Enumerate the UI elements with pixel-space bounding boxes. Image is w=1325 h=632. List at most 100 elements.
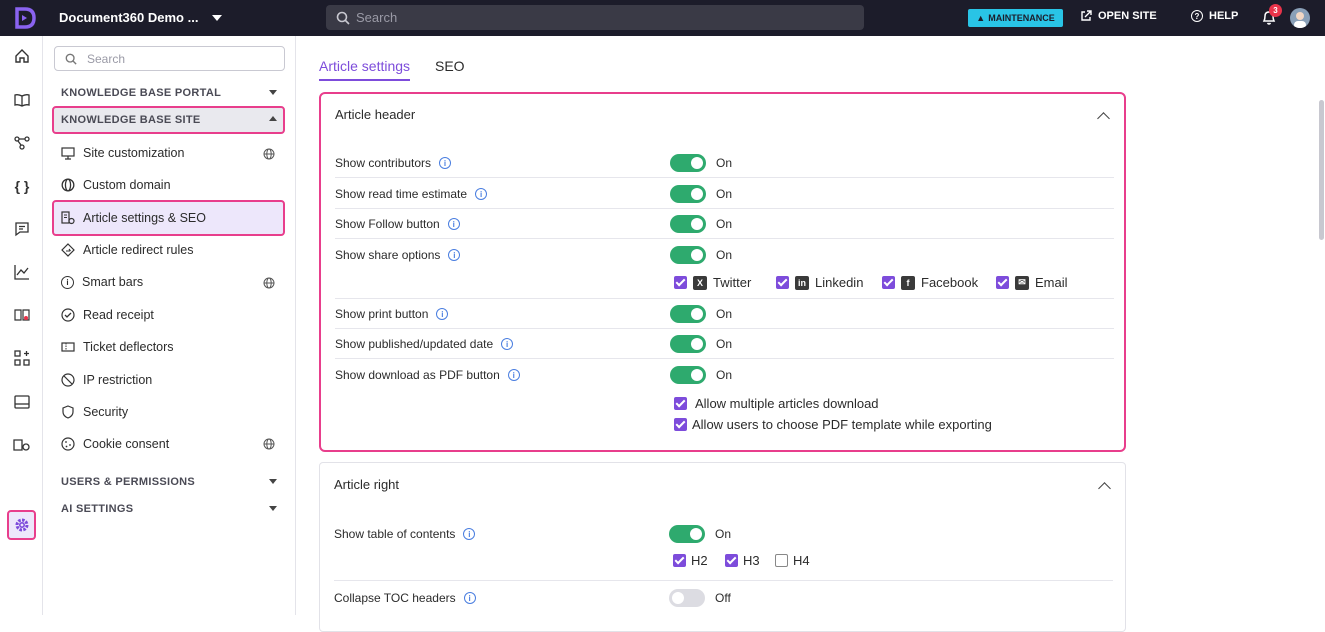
section-ai-settings[interactable]: AI SETTINGS bbox=[61, 503, 133, 515]
sidebar-item-article-redirect-rules[interactable]: Article redirect rules bbox=[61, 243, 193, 257]
toc-option-h3[interactable]: H3 bbox=[725, 553, 760, 568]
checkbox-checked[interactable] bbox=[996, 276, 1009, 289]
share-option-facebook[interactable]: f Facebook bbox=[882, 275, 978, 290]
setting-label: Collapse TOC headers bbox=[334, 591, 456, 605]
toggle-show-read-time[interactable] bbox=[670, 185, 706, 203]
toggle-show-share-options[interactable] bbox=[670, 246, 706, 264]
page-scrollbar[interactable] bbox=[1319, 100, 1324, 240]
toggle-state: On bbox=[716, 337, 733, 351]
toggle-show-toc[interactable] bbox=[669, 525, 705, 543]
checkbox-checked[interactable] bbox=[674, 276, 687, 289]
project-name: Document360 Demo ... bbox=[59, 10, 199, 25]
checkbox-checked[interactable] bbox=[725, 554, 738, 567]
toggle-collapse-toc[interactable] bbox=[669, 589, 705, 607]
monitor-icon bbox=[61, 147, 75, 160]
search-icon bbox=[336, 11, 350, 25]
project-selector[interactable]: Document360 Demo ... bbox=[59, 10, 223, 25]
sidebar-item-site-customization[interactable]: Site customization bbox=[61, 146, 184, 160]
info-icon[interactable]: i bbox=[475, 188, 488, 200]
checkbox-checked[interactable] bbox=[674, 397, 687, 410]
knowledge-base-icon[interactable] bbox=[12, 305, 32, 325]
sidebar-item-ip-restriction[interactable]: IP restriction bbox=[61, 373, 152, 387]
section-knowledge-base-portal[interactable]: KNOWLEDGE BASE PORTAL bbox=[61, 87, 221, 99]
settings-book-icon[interactable] bbox=[12, 435, 32, 455]
globe-icon bbox=[263, 148, 275, 160]
row-show-print-button: Show print button i On bbox=[335, 299, 1114, 329]
chevron-down-icon[interactable] bbox=[269, 506, 277, 511]
share-option-label: Linkedin bbox=[815, 275, 864, 290]
chevron-up-icon[interactable] bbox=[269, 116, 277, 121]
sidebar-item-read-receipt[interactable]: Read receipt bbox=[61, 308, 154, 322]
analytics-icon[interactable] bbox=[12, 262, 32, 282]
info-icon[interactable]: i bbox=[439, 157, 452, 169]
maintenance-badge[interactable]: ▲ MAINTENANCE bbox=[968, 9, 1063, 27]
sidebar-item-article-settings-seo[interactable]: Article settings & SEO bbox=[61, 211, 206, 225]
info-icon[interactable]: i bbox=[501, 338, 514, 350]
row-collapse-toc: Collapse TOC headers i Off bbox=[334, 583, 1113, 613]
info-icon[interactable]: i bbox=[463, 592, 476, 604]
apps-icon[interactable] bbox=[12, 348, 32, 368]
row-show-published-date: Show published/updated date i On bbox=[335, 329, 1114, 359]
share-option-linkedin[interactable]: in Linkedin bbox=[776, 275, 863, 290]
search-icon bbox=[65, 53, 77, 65]
chevron-down-icon bbox=[212, 14, 223, 21]
sidebar-item-cookie-consent[interactable]: Cookie consent bbox=[61, 437, 169, 451]
section-knowledge-base-site[interactable]: KNOWLEDGE BASE SITE bbox=[61, 114, 201, 126]
api-code-icon[interactable]: { } bbox=[12, 176, 32, 196]
global-search-input[interactable]: Search bbox=[326, 5, 864, 30]
help-button[interactable]: ? HELP bbox=[1191, 10, 1238, 22]
sidebar-item-security[interactable]: Security bbox=[61, 405, 128, 419]
warning-icon: ▲ bbox=[976, 13, 986, 23]
tab-article-settings[interactable]: Article settings bbox=[319, 58, 411, 81]
chevron-up-icon[interactable] bbox=[1098, 482, 1111, 495]
toggle-show-published-date[interactable] bbox=[670, 335, 706, 353]
sidebar-item-custom-domain[interactable]: Custom domain bbox=[61, 178, 171, 192]
chevron-up-icon[interactable] bbox=[1097, 112, 1110, 125]
feedback-icon[interactable] bbox=[12, 219, 32, 239]
pdf-option-multiple[interactable]: Allow multiple articles download bbox=[674, 396, 879, 411]
chevron-down-icon[interactable] bbox=[269, 479, 277, 484]
linkedin-icon: in bbox=[795, 275, 809, 290]
checkbox-checked[interactable] bbox=[776, 276, 789, 289]
share-option-email[interactable]: ✉ Email bbox=[996, 275, 1068, 290]
avatar[interactable] bbox=[1290, 8, 1310, 28]
row-show-download-pdf: Show download as PDF button i On Allow mu… bbox=[335, 360, 1114, 440]
toc-option-h2[interactable]: H2 bbox=[673, 553, 708, 568]
pdf-option-label: Allow users to choose PDF template while… bbox=[692, 417, 992, 432]
share-option-twitter[interactable]: X Twitter bbox=[674, 275, 751, 290]
widget-icon[interactable] bbox=[12, 392, 32, 412]
toggle-show-contributors[interactable] bbox=[670, 154, 706, 172]
share-option-label: Twitter bbox=[713, 275, 752, 290]
open-site-button[interactable]: OPEN SITE bbox=[1080, 10, 1157, 22]
checkbox-unchecked[interactable] bbox=[775, 554, 788, 567]
info-icon[interactable]: i bbox=[448, 249, 461, 261]
toggle-show-download-pdf[interactable] bbox=[670, 366, 706, 384]
info-icon[interactable]: i bbox=[463, 528, 476, 540]
pdf-option-template[interactable]: Allow users to choose PDF template while… bbox=[674, 417, 992, 432]
document360-logo-icon[interactable] bbox=[14, 7, 36, 29]
info-icon[interactable]: i bbox=[436, 308, 449, 320]
sidebar-search-input[interactable]: Search bbox=[54, 46, 285, 71]
sidebar-item-ticket-deflectors[interactable]: Ticket deflectors bbox=[61, 340, 174, 354]
gear-icon[interactable] bbox=[12, 515, 32, 535]
article-header-card: Article header Show contributors i On Sho… bbox=[319, 92, 1126, 452]
workflow-icon[interactable] bbox=[12, 133, 32, 153]
info-icon[interactable]: i bbox=[447, 218, 460, 230]
toggle-show-print-button[interactable] bbox=[670, 305, 706, 323]
tab-seo[interactable]: SEO bbox=[435, 58, 465, 74]
info-icon[interactable]: i bbox=[507, 369, 520, 381]
toc-option-h4[interactable]: H4 bbox=[775, 553, 810, 568]
pdf-option-label: Allow multiple articles download bbox=[695, 396, 879, 411]
checkbox-checked[interactable] bbox=[674, 418, 687, 431]
setting-label: Show read time estimate bbox=[335, 187, 468, 201]
book-icon[interactable] bbox=[12, 90, 32, 110]
sidebar-item-label: Cookie consent bbox=[83, 437, 170, 451]
checkbox-checked[interactable] bbox=[673, 554, 686, 567]
sidebar-item-smart-bars[interactable]: i Smart bars bbox=[61, 275, 143, 289]
checkbox-checked[interactable] bbox=[882, 276, 895, 289]
home-icon[interactable] bbox=[12, 46, 32, 66]
chevron-down-icon[interactable] bbox=[269, 90, 277, 95]
section-users-permissions[interactable]: USERS & PERMISSIONS bbox=[61, 476, 195, 488]
facebook-icon: f bbox=[901, 275, 915, 290]
toggle-show-follow-button[interactable] bbox=[670, 215, 706, 233]
